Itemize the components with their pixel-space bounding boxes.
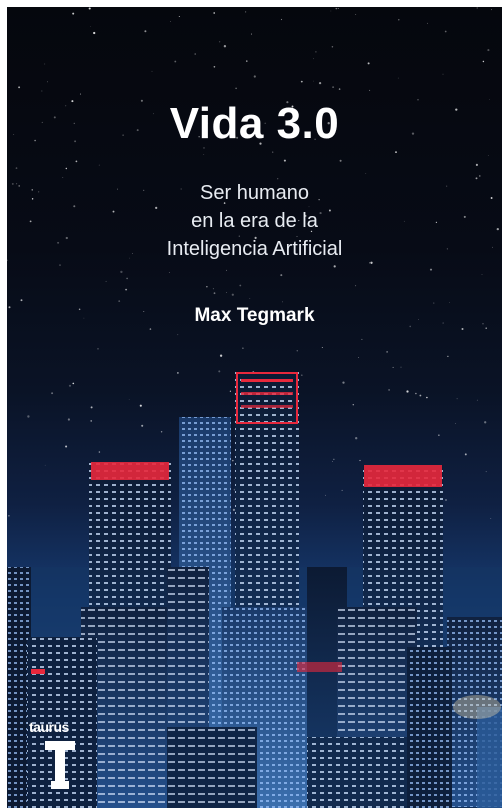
subtitle-line: Ser humano (200, 182, 309, 204)
publisher-t-logo-icon (45, 741, 75, 789)
publisher-name: taurus (29, 719, 69, 735)
subtitle-line: en la era de la (191, 210, 318, 232)
book-title: Vida 3.0 (169, 99, 340, 148)
publisher-mark: taurus (29, 719, 99, 799)
book-author: Max Tegmark (194, 305, 315, 326)
book-subtitle: Ser humano en la era de la Inteligencia … (7, 179, 502, 263)
subtitle-line: Inteligencia Artificial (166, 238, 343, 260)
book-cover: Vida 3.0 Ser humano en la era de la Inte… (7, 7, 502, 808)
